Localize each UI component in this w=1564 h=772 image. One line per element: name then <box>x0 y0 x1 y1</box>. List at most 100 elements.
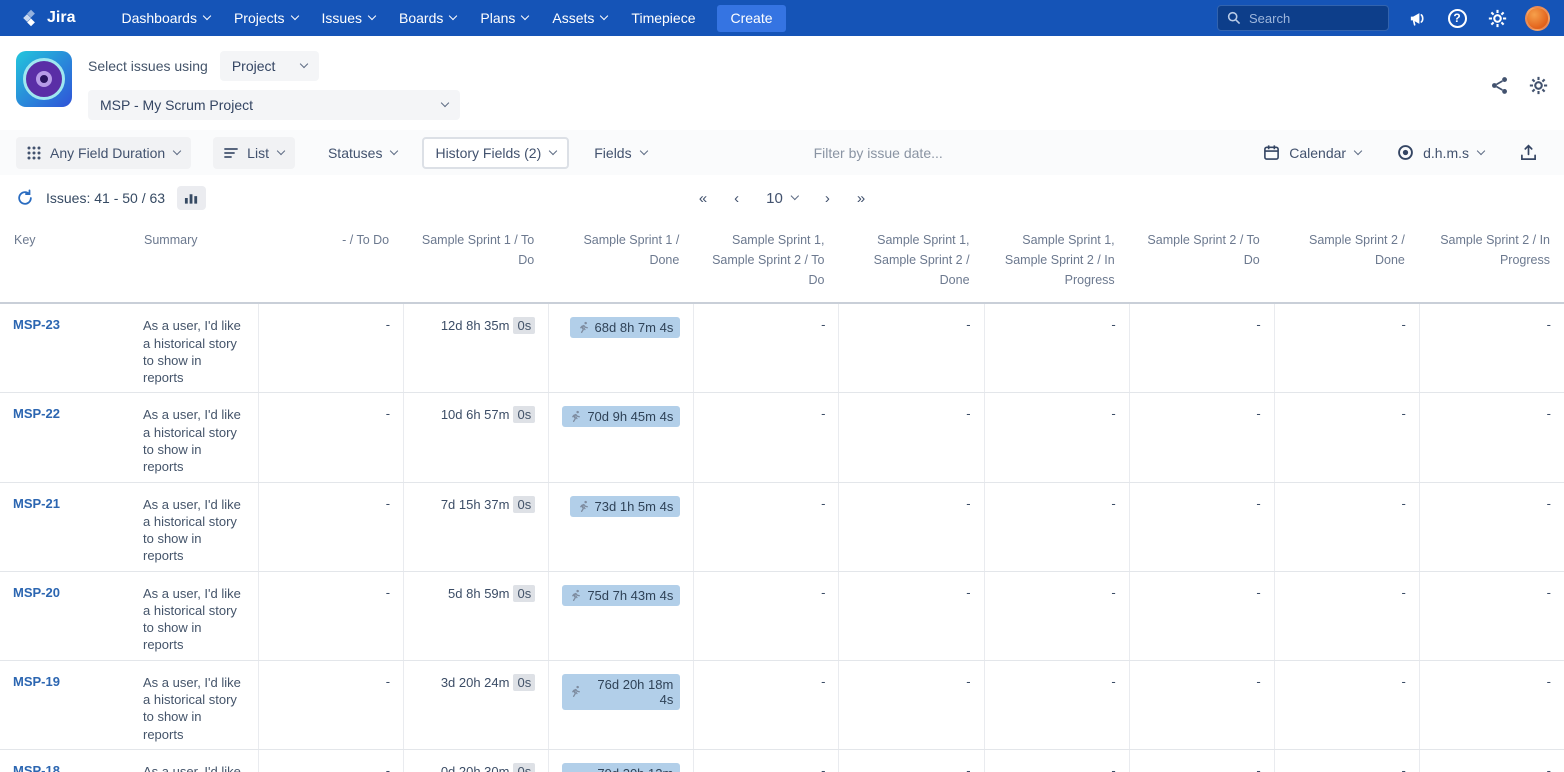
issue-key-link[interactable]: MSP-19 <box>13 674 60 689</box>
duration-cell: - <box>1274 304 1419 392</box>
runner-icon <box>569 410 582 423</box>
duration-badge[interactable]: 75d 7h 43m 4s <box>562 585 680 606</box>
top-navbar: Jira Dashboards Projects Issues Boards P… <box>0 0 1564 36</box>
chevron-down-icon <box>300 60 308 68</box>
duration-cell: - <box>693 750 838 772</box>
nav-menu-dashboards[interactable]: Dashboards <box>109 0 222 36</box>
report-header: Select issues using Project MSP - My Scr… <box>0 36 1564 130</box>
any-field-duration-select[interactable]: Any Field Duration <box>16 137 191 169</box>
issue-key-cell: MSP-18 <box>0 750 130 772</box>
announcement-icon[interactable] <box>1405 6 1429 30</box>
duration-cell: - <box>838 393 983 481</box>
view-mode-select[interactable]: List <box>213 137 295 169</box>
project-select[interactable]: MSP - My Scrum Project <box>88 90 460 120</box>
issue-key-link[interactable]: MSP-22 <box>13 406 60 421</box>
nav-menu-plans[interactable]: Plans <box>468 0 540 36</box>
duration-cell: - <box>1419 393 1564 481</box>
report-settings-icon[interactable] <box>1529 76 1548 95</box>
issue-key-link[interactable]: MSP-23 <box>13 317 60 332</box>
statuses-filter[interactable]: Statuses <box>317 137 408 169</box>
pagination-last-button[interactable]: » <box>857 190 865 207</box>
pagination-prev-button[interactable]: ‹ <box>734 190 739 207</box>
pagination: « ‹ 10 › » <box>699 190 865 207</box>
chevron-down-icon <box>390 146 398 154</box>
select-issues-label: Select issues using <box>88 58 208 74</box>
time-format-select[interactable]: d.h.m.s <box>1386 136 1495 169</box>
export-button[interactable] <box>1509 136 1548 169</box>
duration-cell: - <box>1129 572 1274 660</box>
main-nav: Dashboards Projects Issues Boards Plans … <box>109 0 707 36</box>
nav-menu-assets[interactable]: Assets <box>540 0 619 36</box>
share-icon[interactable] <box>1490 76 1509 95</box>
nav-menu-timepiece[interactable]: Timepiece <box>619 0 707 36</box>
column-header-7[interactable]: Sample Sprint 1, Sample Sprint 2 / In Pr… <box>984 220 1129 302</box>
issue-key-link[interactable]: MSP-18 <box>13 763 60 772</box>
duration-cell: - <box>984 661 1129 749</box>
chevron-down-icon <box>549 146 557 154</box>
duration-badge[interactable]: 79d 20h 12m 4s <box>562 763 680 772</box>
duration-cell: - <box>1419 483 1564 571</box>
column-header-5[interactable]: Sample Sprint 1, Sample Sprint 2 / To Do <box>693 220 838 302</box>
calendar-select[interactable]: Calendar <box>1252 136 1372 169</box>
column-header-4[interactable]: Sample Sprint 1 / Done <box>548 220 693 302</box>
nav-menu-issues[interactable]: Issues <box>310 0 387 36</box>
column-header-10[interactable]: Sample Sprint 2 / In Progress <box>1419 220 1564 302</box>
refresh-icon[interactable] <box>16 189 34 207</box>
duration-cell: - <box>984 304 1129 392</box>
column-header-2[interactable]: - / To Do <box>258 220 403 302</box>
duration-cell: 7d 15h 37m0s <box>403 483 548 571</box>
issue-summary: As a user, I'd like a historical story t… <box>130 393 258 481</box>
column-header-6[interactable]: Sample Sprint 1, Sample Sprint 2 / Done <box>838 220 983 302</box>
duration-badge[interactable]: 76d 20h 18m 4s <box>562 674 680 710</box>
column-header-1[interactable]: Summary <box>130 220 258 302</box>
create-button[interactable]: Create <box>717 5 785 32</box>
nav-menu-boards[interactable]: Boards <box>387 0 468 36</box>
pagination-next-button[interactable]: › <box>825 190 830 207</box>
duration-cell: - <box>984 750 1129 772</box>
help-icon[interactable]: ? <box>1445 6 1469 30</box>
global-search[interactable] <box>1217 5 1389 31</box>
jira-logo-icon <box>22 9 40 27</box>
grid-view-icon <box>27 146 41 160</box>
issue-key-link[interactable]: MSP-21 <box>13 496 60 511</box>
issue-source-select[interactable]: Project <box>220 51 320 81</box>
table-row: MSP-20As a user, I'd like a historical s… <box>0 572 1564 661</box>
duration-badge[interactable]: 70d 9h 45m 4s <box>562 406 680 427</box>
duration-badge[interactable]: 73d 1h 5m 4s <box>570 496 681 517</box>
duration-cell: - <box>1129 393 1274 481</box>
settings-icon[interactable] <box>1485 6 1509 30</box>
jira-logo[interactable]: Jira <box>22 9 75 27</box>
list-icon <box>224 146 238 160</box>
duration-cell: - <box>1419 304 1564 392</box>
issue-key-link[interactable]: MSP-20 <box>13 585 60 600</box>
issue-key-cell: MSP-23 <box>0 304 130 392</box>
duration-cell: - <box>984 393 1129 481</box>
issue-summary: As a user, I'd like a historical story t… <box>130 661 258 749</box>
chart-view-button[interactable] <box>177 186 206 210</box>
pagination-first-button[interactable]: « <box>699 190 707 207</box>
chevron-down-icon <box>639 146 647 154</box>
runner-icon <box>569 589 582 602</box>
issue-key-cell: MSP-21 <box>0 483 130 571</box>
search-input[interactable] <box>1249 11 1379 26</box>
issues-bar: Issues: 41 - 50 / 63 « ‹ 10 › » <box>0 175 1564 220</box>
column-header-9[interactable]: Sample Sprint 2 / Done <box>1274 220 1419 302</box>
toolbar-right: Calendar d.h.m.s <box>1252 136 1548 169</box>
duration-badge-cell: 73d 1h 5m 4s <box>548 483 693 571</box>
history-fields-filter[interactable]: History Fields (2) <box>422 137 569 169</box>
page-size-select[interactable]: 10 <box>766 190 798 207</box>
column-header-0[interactable]: Key <box>0 220 130 302</box>
duration-cell: - <box>1129 661 1274 749</box>
duration-badge[interactable]: 68d 8h 7m 4s <box>570 317 681 338</box>
issue-date-filter-input[interactable] <box>814 145 1114 161</box>
user-avatar[interactable] <box>1525 6 1550 31</box>
chevron-down-icon <box>600 12 608 20</box>
nav-menu-projects[interactable]: Projects <box>222 0 310 36</box>
duration-cell: - <box>838 750 983 772</box>
duration-cell: 3d 20h 24m0s <box>403 661 548 749</box>
duration-badge-cell: 76d 20h 18m 4s <box>548 661 693 749</box>
duration-cell: - <box>1419 661 1564 749</box>
column-header-3[interactable]: Sample Sprint 1 / To Do <box>403 220 548 302</box>
fields-filter[interactable]: Fields <box>583 137 657 169</box>
column-header-8[interactable]: Sample Sprint 2 / To Do <box>1129 220 1274 302</box>
